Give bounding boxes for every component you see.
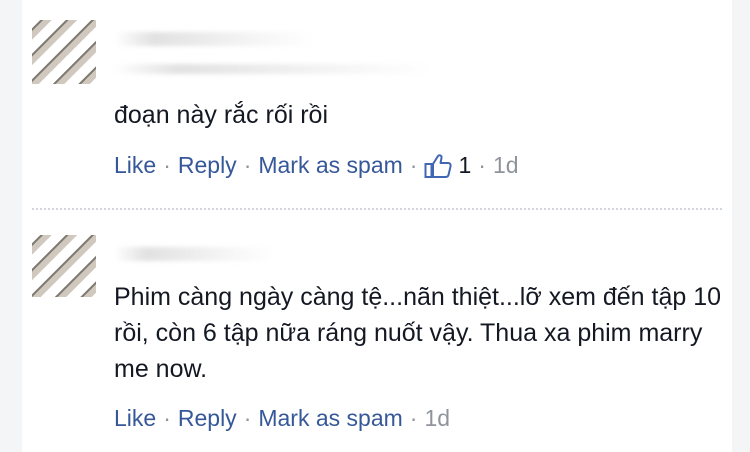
reply-link[interactable]: Reply bbox=[178, 405, 237, 432]
comment-divider bbox=[32, 208, 722, 210]
avatar[interactable] bbox=[32, 235, 96, 297]
comment-actions: Like · Reply · Mark as spam · 1d bbox=[114, 405, 450, 432]
comment-text: Phim càng ngày càng tệ...nãn thiệt...lỡ … bbox=[114, 283, 722, 383]
author-name-blurred bbox=[114, 32, 314, 46]
comment-thread: đoạn này rắc rối rồi Like · Reply · Mark… bbox=[22, 0, 732, 452]
separator: · bbox=[409, 405, 418, 431]
separator: · bbox=[243, 405, 252, 431]
comment-actions: Like · Reply · Mark as spam · 1 · 1d bbox=[114, 152, 519, 179]
timestamp[interactable]: 1d bbox=[493, 152, 519, 179]
reply-link[interactable]: Reply bbox=[178, 152, 237, 179]
comment-text: đoạn này rắc rối rồi bbox=[114, 101, 329, 129]
separator: · bbox=[243, 152, 252, 178]
like-link[interactable]: Like bbox=[114, 152, 156, 179]
mark-as-spam-link[interactable]: Mark as spam bbox=[258, 152, 402, 179]
like-link[interactable]: Like bbox=[114, 405, 156, 432]
like-count: 1 bbox=[458, 152, 472, 178]
author-meta-blurred bbox=[114, 64, 434, 74]
separator: · bbox=[163, 152, 171, 178]
separator: · bbox=[478, 152, 486, 178]
avatar[interactable] bbox=[32, 20, 96, 84]
separator: · bbox=[409, 152, 418, 178]
thumbs-up-icon[interactable] bbox=[424, 153, 453, 179]
mark-as-spam-link[interactable]: Mark as spam bbox=[258, 405, 402, 432]
author-name-blurred bbox=[114, 247, 274, 261]
timestamp[interactable]: 1d bbox=[424, 405, 450, 432]
separator: · bbox=[163, 405, 171, 431]
